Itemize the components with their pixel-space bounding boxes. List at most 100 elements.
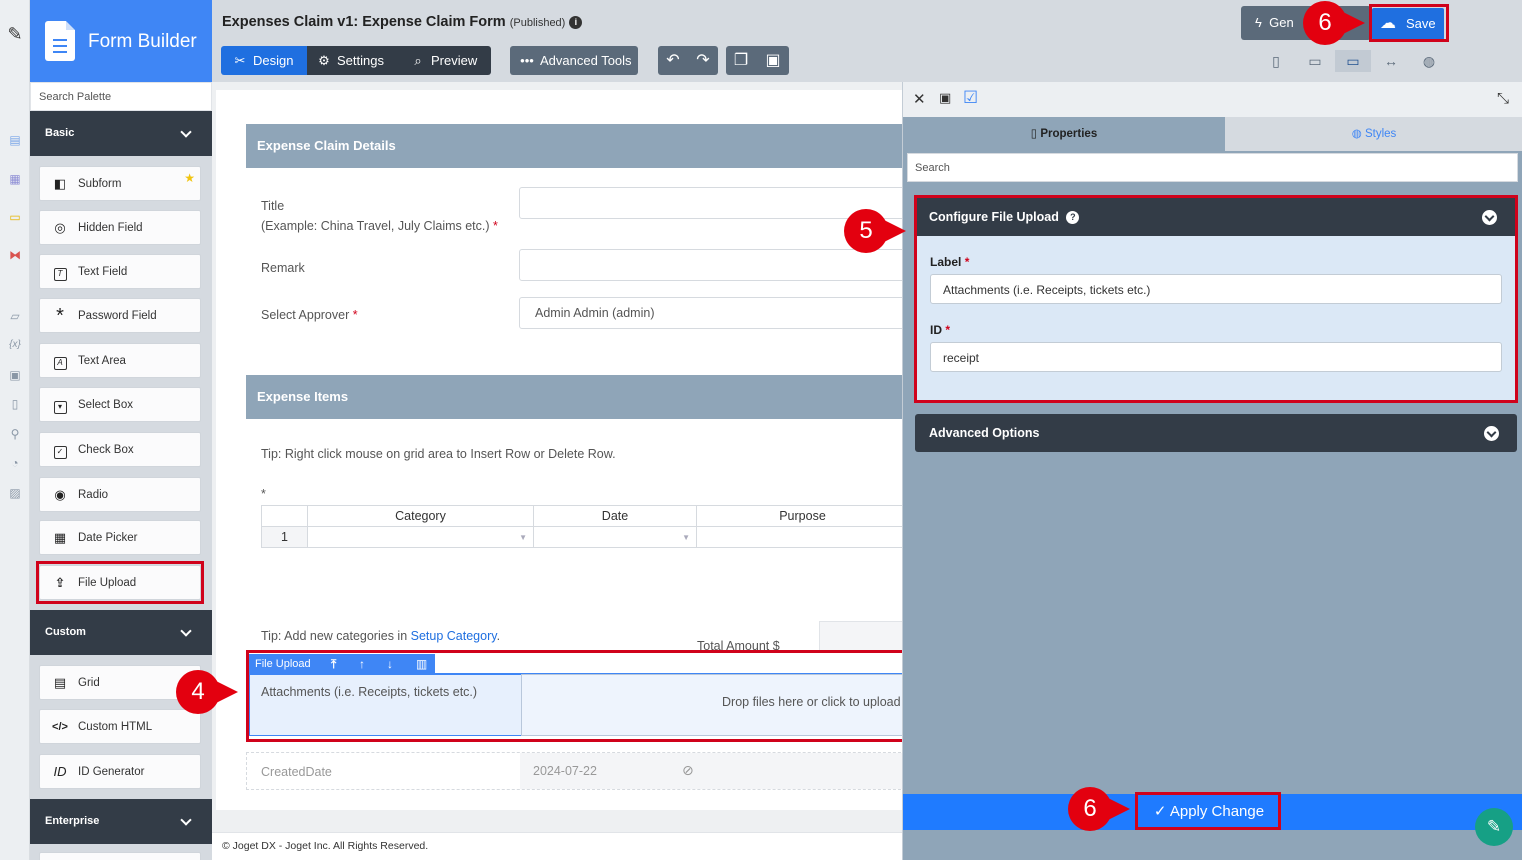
advanced-tools-button[interactable]: ••• Advanced Tools <box>510 46 638 75</box>
tab-properties[interactable]: ▯ Properties <box>903 117 1225 151</box>
collapse-icon[interactable]: ⤡ <box>1497 90 1509 107</box>
created-date-text: 2024-07-22 <box>533 764 597 778</box>
palette-section-basic[interactable]: Basic <box>30 111 212 156</box>
palette-item-date-picker[interactable]: ▦ Date Picker <box>39 520 201 555</box>
generate-label: Gen <box>1269 15 1294 30</box>
palette-item-custom-html[interactable]: </> Custom HTML <box>39 709 201 744</box>
edit-icon[interactable]: ✎ <box>7 25 23 43</box>
palette-item-hidden-field[interactable]: ◎ Hidden Field <box>39 210 201 245</box>
palette-item-partial[interactable] <box>39 852 201 860</box>
remark-input[interactable] <box>519 249 902 281</box>
radio-icon: ◉ <box>54 487 66 502</box>
check-box-icon: ✓ <box>52 442 68 459</box>
fullwidth-view-icon[interactable]: ↔ <box>1373 50 1409 72</box>
process-icon[interactable]: ⧓ <box>7 247 23 263</box>
category-tip-text: Tip: Add new categories in <box>261 629 411 643</box>
settings-tab[interactable]: ⚙ Settings <box>307 46 399 75</box>
palette-item-id-generator[interactable]: ID ID Generator <box>39 754 201 789</box>
preview-tab[interactable]: ⌕ Preview <box>399 46 491 75</box>
performance-icon[interactable]: ◔ <box>7 455 23 471</box>
id-icon: ID <box>53 764 67 779</box>
advanced-options-header[interactable]: Advanced Options <box>915 414 1517 452</box>
section-header-expense-items[interactable]: Expense Items <box>246 375 902 419</box>
required-marker: * <box>352 308 358 322</box>
undo-icon[interactable]: ↶ <box>658 46 688 75</box>
copy-paste-group: ❐ ▣ <box>726 46 789 75</box>
approver-select[interactable]: Admin Admin (admin) <box>519 297 902 329</box>
file-icon[interactable]: ▯ <box>7 396 23 412</box>
element-palette: Search Palette Basic ◧ Subform ★ ◎ Hidde… <box>30 82 212 860</box>
tab-styles[interactable]: ◍ Styles <box>1225 117 1522 151</box>
plugin-icon[interactable]: ⚲ <box>7 426 23 442</box>
form-title-text: Expenses Claim v1: Expense Claim Form <box>222 14 506 30</box>
palette-icon[interactable]: ◍ <box>1411 50 1447 72</box>
section-header-details[interactable]: Expense Claim Details <box>246 124 902 168</box>
palette-section-label: Enterprise <box>45 815 100 827</box>
grid-cell-purpose[interactable] <box>696 526 902 548</box>
chevron-down-icon <box>180 814 192 826</box>
grid-cell-date[interactable]: ▼ <box>533 526 697 548</box>
palette-section-custom[interactable]: Custom <box>30 610 212 655</box>
datalist-icon[interactable]: ▦ <box>7 171 23 187</box>
tablet-view-icon[interactable]: ▭ <box>1297 50 1333 72</box>
info-icon[interactable]: i <box>569 16 583 29</box>
palette-item-label: Check Box <box>78 444 134 456</box>
required-marker: * <box>261 487 266 501</box>
palette-item-select-box[interactable]: ▾ Select Box <box>39 387 201 422</box>
palette-item-subform[interactable]: ◧ Subform ★ <box>39 166 201 201</box>
marker-number: 6 <box>1068 787 1112 831</box>
variable-icon[interactable]: {x} <box>7 337 23 353</box>
userview-icon[interactable]: ▭ <box>7 209 23 225</box>
copy-icon[interactable]: ❐ <box>726 46 756 75</box>
api-icon[interactable]: ▨ <box>7 485 23 501</box>
brand-block: Form Builder <box>30 0 212 82</box>
created-date-label: CreatedDate <box>261 765 332 779</box>
grid-header-date: Date <box>533 505 697 527</box>
palette-item-text-area[interactable]: A Text Area <box>39 343 201 378</box>
grid-cell-category[interactable]: ▼ <box>307 526 534 548</box>
palette-item-radio[interactable]: ◉ Radio <box>39 477 201 512</box>
palette-item-label: Hidden Field <box>78 222 143 234</box>
step-marker-4: 4 <box>176 670 238 714</box>
paste-icon[interactable]: ▣ <box>758 46 788 75</box>
form-icon[interactable]: ▤ <box>7 132 23 148</box>
mobile-view-icon[interactable]: ▯ <box>1258 50 1294 72</box>
preview-icon: ⌕ <box>414 53 422 68</box>
gear-icon: ⚙ <box>318 53 330 68</box>
search-palette-input[interactable]: Search Palette <box>30 82 212 111</box>
laptop-view-icon[interactable]: ▭ <box>1335 50 1371 72</box>
resource-icon[interactable]: ▣ <box>7 367 23 383</box>
palette-section-enterprise[interactable]: Enterprise <box>30 799 212 844</box>
asterisk-icon: * <box>56 305 64 327</box>
palette-item-text-field[interactable]: T Text Field <box>39 254 201 289</box>
text-area-icon: A <box>52 353 68 370</box>
preview-tab-label: Preview <box>431 53 478 68</box>
pencil-icon[interactable]: ✎ <box>1475 808 1513 846</box>
panel-icon[interactable]: ▣ <box>939 90 951 106</box>
category-tip: Tip: Add new categories in Setup Categor… <box>261 629 500 643</box>
expense-grid[interactable]: Category Date Purpose 1 ▼ ▼ <box>261 505 902 548</box>
checkbox-icon[interactable]: ☑ <box>963 88 978 108</box>
palette-item-label: Grid <box>78 677 100 689</box>
properties-search-input[interactable]: Search <box>907 153 1518 182</box>
total-amount-input[interactable] <box>819 621 902 653</box>
created-date-value: 2024-07-22 ⊘ <box>520 753 902 789</box>
palette-item-label: Subform <box>78 178 122 190</box>
palette-item-check-box[interactable]: ✓ Check Box <box>39 432 201 467</box>
created-date-row[interactable]: CreatedDate 2024-07-22 ⊘ <box>246 752 902 790</box>
caret-down-icon: ▼ <box>519 532 527 542</box>
palette-section-label: Basic <box>45 127 75 139</box>
palette-item-label: Select Box <box>78 399 133 411</box>
redo-icon[interactable]: ↷ <box>688 46 718 75</box>
setup-category-link[interactable]: Setup Category <box>411 629 497 643</box>
highlight-file-upload-item <box>36 561 204 604</box>
design-tab[interactable]: ✂ Design <box>221 46 307 75</box>
grid-icon: ▤ <box>53 675 67 690</box>
close-icon[interactable]: ✕ <box>913 90 926 108</box>
highlight-file-upload-element <box>246 650 902 742</box>
note-icon[interactable]: ▱ <box>7 308 23 324</box>
highlight-configure-section <box>914 195 1518 403</box>
step-marker-6-apply: 6 <box>1068 787 1130 831</box>
palette-item-password-field[interactable]: * Password Field <box>39 298 201 333</box>
approver-label: Select Approver * <box>261 305 358 325</box>
